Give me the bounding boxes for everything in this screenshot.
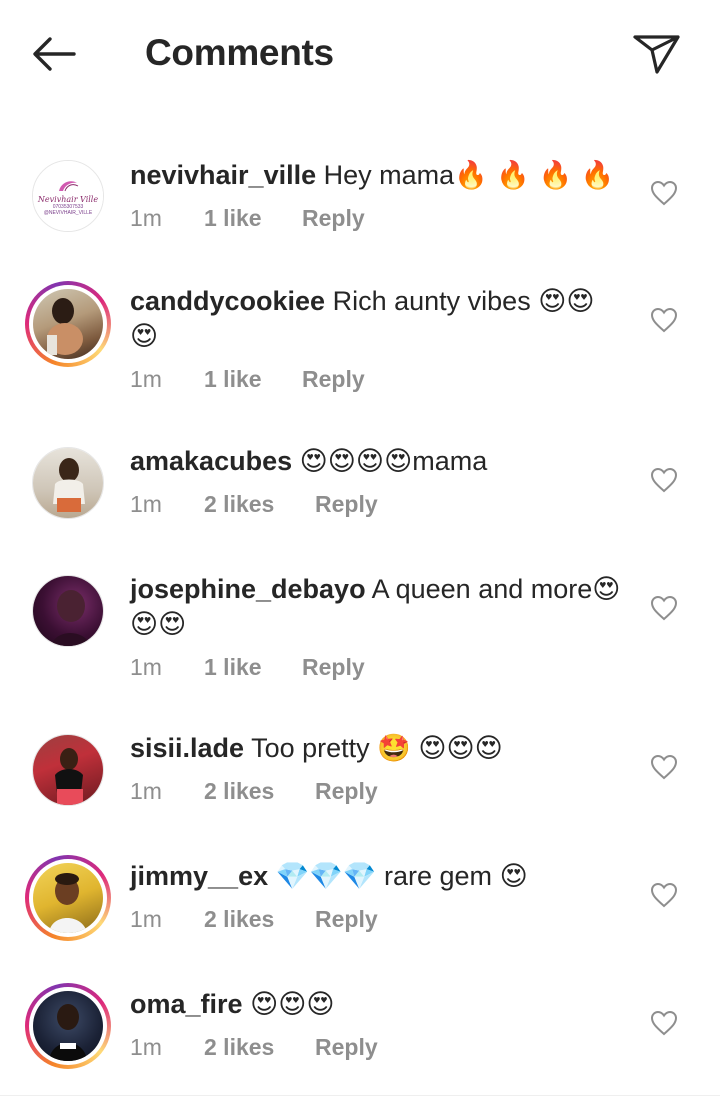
- comment-message: rare gem: [384, 861, 493, 891]
- comment-likes[interactable]: 1 like: [204, 364, 302, 394]
- comment-emoji: 😍: [592, 574, 621, 605]
- back-button[interactable]: [26, 30, 86, 78]
- comment-text: canddycookiee Rich aunty vibes 😍😍 😍: [130, 284, 630, 354]
- comment-likes[interactable]: 2 likes: [204, 489, 315, 519]
- avatar-photo: [49, 873, 87, 933]
- comment-text: amakacubes 😍😍😍😍mama: [130, 444, 630, 479]
- heart-icon[interactable]: [650, 1010, 678, 1036]
- comment-username[interactable]: sisii.lade: [130, 733, 244, 763]
- avatar[interactable]: [25, 281, 111, 367]
- comment-username[interactable]: canddycookiee: [130, 286, 325, 316]
- comment-likes[interactable]: 2 likes: [204, 904, 315, 934]
- comment-meta: 1m 2 likes Reply: [130, 904, 630, 934]
- comment-emoji: 😍😍😍: [250, 989, 335, 1020]
- paper-plane-icon: [633, 35, 680, 74]
- reply-button[interactable]: Reply: [315, 904, 378, 934]
- comment-meta: 1m 2 likes Reply: [130, 776, 630, 806]
- comment-text: oma_fire 😍😍😍: [130, 987, 630, 1022]
- comment-emoji-more: 😍😍😍: [418, 733, 503, 764]
- comment-time: 1m: [130, 1034, 162, 1060]
- comment-emoji: 😍😍: [538, 286, 595, 317]
- avatar[interactable]: Nevivhair Ville 07035307533 @NEVIVHAIR_V…: [32, 160, 104, 232]
- reply-button[interactable]: Reply: [302, 203, 365, 233]
- heart-icon[interactable]: [650, 307, 678, 333]
- reply-button[interactable]: Reply: [302, 364, 365, 394]
- comment-time: 1m: [130, 654, 162, 680]
- comment-item: canddycookiee Rich aunty vibes 😍😍 😍 1m 1 …: [0, 281, 720, 394]
- heart-icon[interactable]: [650, 467, 678, 493]
- comment-username[interactable]: nevivhair_ville: [130, 160, 316, 190]
- comment-item: oma_fire 😍😍😍 1m 2 likes Reply: [0, 983, 720, 1077]
- comment-item: amakacubes 😍😍😍😍mama 1m 2 likes Reply: [0, 444, 720, 534]
- avatar[interactable]: [25, 855, 111, 941]
- comment-time: 1m: [130, 205, 162, 231]
- avatar[interactable]: [32, 575, 104, 647]
- comment-emoji-more: 😍: [499, 861, 528, 892]
- reply-button[interactable]: Reply: [302, 652, 365, 682]
- comment-meta: 1m 2 likes Reply: [130, 1032, 630, 1062]
- heart-icon[interactable]: [650, 180, 678, 206]
- reply-button[interactable]: Reply: [315, 489, 378, 519]
- comment-message: Rich aunty vibes: [332, 286, 531, 316]
- comment-text: sisii.lade Too pretty 🤩 😍😍😍: [130, 731, 630, 766]
- comment-meta: 1m 1 like Reply: [130, 652, 630, 682]
- comment-emoji: 😍😍😍😍: [299, 446, 413, 477]
- comment-username[interactable]: jimmy__ex: [130, 861, 268, 891]
- heart-icon[interactable]: [650, 754, 678, 780]
- comment-username[interactable]: oma_fire: [130, 989, 243, 1019]
- comment-text: josephine_debayo A queen and more😍 😍😍: [130, 572, 630, 642]
- comment-emoji-wrap: 😍: [130, 321, 159, 352]
- comment-emoji: 💎💎💎: [275, 861, 377, 892]
- comment-message: Hey mama: [323, 160, 455, 190]
- logo-script-text: Nevivhair Ville: [37, 194, 99, 204]
- heart-icon[interactable]: [650, 595, 678, 621]
- comment-time: 1m: [130, 491, 162, 517]
- comment-time: 1m: [130, 906, 162, 932]
- page-title: Comments: [145, 32, 334, 73]
- comment-meta: 1m 1 like Reply: [130, 364, 630, 394]
- comment-message: Too pretty: [251, 733, 370, 763]
- comment-emoji-wrap: 😍😍: [130, 609, 187, 640]
- comment-item: josephine_debayo A queen and more😍 😍😍 1m…: [0, 572, 720, 682]
- comment-message: A queen and more: [371, 574, 593, 604]
- comment-meta: 1m 2 likes Reply: [130, 489, 630, 519]
- reply-button[interactable]: Reply: [315, 1032, 378, 1062]
- avatar[interactable]: [32, 447, 104, 519]
- share-button[interactable]: [630, 30, 684, 78]
- comment-meta: 1m 1 like Reply: [130, 203, 630, 233]
- comment-likes[interactable]: 2 likes: [204, 1032, 315, 1062]
- avatar-photo: [49, 1004, 87, 1061]
- divider: [0, 1095, 720, 1096]
- avatar[interactable]: [25, 983, 111, 1069]
- comments-screen: Comments Nevivhair Ville 07035307533 @NE…: [0, 0, 720, 1112]
- avatar[interactable]: [32, 734, 104, 806]
- avatar-photo: [53, 458, 85, 512]
- avatar-photo: [51, 590, 91, 646]
- heart-icon[interactable]: [650, 882, 678, 908]
- comment-item: Nevivhair Ville 07035307533 @NEVIVHAIR_V…: [0, 158, 720, 258]
- comment-time: 1m: [130, 366, 162, 392]
- comment-message: mama: [412, 446, 488, 476]
- avatar-photo: [55, 748, 83, 805]
- comment-text: jimmy__ex 💎💎💎 rare gem 😍: [130, 859, 630, 894]
- logo-handle: @NEVIVHAIR_VILLE: [43, 209, 93, 216]
- comment-item: sisii.lade Too pretty 🤩 😍😍😍 1m 2 likes Rep…: [0, 731, 720, 821]
- arrow-left-icon: [33, 37, 76, 71]
- comment-item: jimmy__ex 💎💎💎 rare gem 😍 1m 2 likes Reply: [0, 855, 720, 949]
- comment-text: nevivhair_ville Hey mama🔥 🔥 🔥 🔥: [130, 158, 630, 193]
- reply-button[interactable]: Reply: [315, 776, 378, 806]
- hair-logo-icon: [59, 180, 79, 191]
- comment-username[interactable]: amakacubes: [130, 446, 292, 476]
- comment-likes[interactable]: 2 likes: [204, 776, 315, 806]
- header: Comments: [0, 0, 720, 106]
- comment-likes[interactable]: 1 like: [204, 203, 302, 233]
- comment-emoji: 🔥 🔥 🔥 🔥: [454, 160, 615, 191]
- comment-emoji: 🤩: [377, 733, 411, 764]
- comment-likes[interactable]: 1 like: [204, 652, 302, 682]
- comment-username[interactable]: josephine_debayo: [130, 574, 366, 604]
- comment-time: 1m: [130, 778, 162, 804]
- avatar-photo: [47, 298, 83, 355]
